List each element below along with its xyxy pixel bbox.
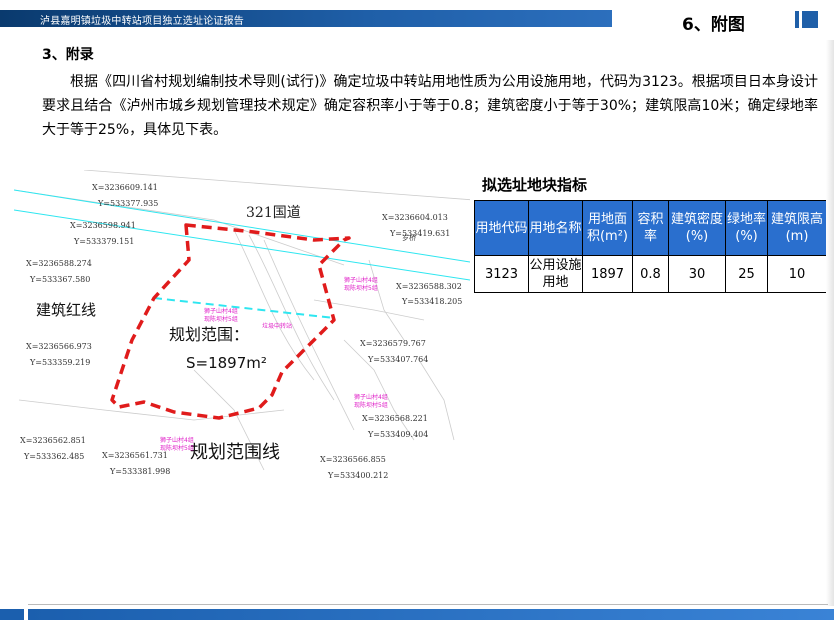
- village-label: 狮子山村4组: [354, 393, 388, 401]
- coord-y: Y=533377.935: [97, 199, 158, 208]
- coord-y: Y=533381.998: [109, 467, 170, 476]
- plan-area-value: S=1897m²: [186, 354, 267, 372]
- table-cell: 25: [725, 255, 768, 293]
- divider: [28, 604, 828, 605]
- table-cell: 公用设施用地: [528, 255, 583, 293]
- road-label: 321国道: [246, 205, 301, 221]
- appendix-heading: 3、附录: [42, 47, 94, 63]
- corner-decoration: [795, 11, 818, 28]
- column-header: 建筑密度(%): [668, 200, 726, 256]
- coord-y: Y=533409.404: [367, 430, 428, 439]
- table-cell: 1897: [582, 255, 633, 293]
- column-header: 用地名称: [528, 200, 583, 256]
- table-title: 拟选址地块指标: [482, 176, 588, 194]
- document-title: 泸县嘉明镇垃圾中转站项目独立选址论证报告: [40, 16, 244, 27]
- table-cell: 30: [668, 255, 726, 293]
- site-name-label: 垃圾中转站: [262, 322, 292, 330]
- village-label: 现陈坝村5组: [160, 444, 194, 452]
- coord-x: X=3236566.855: [320, 455, 386, 464]
- table-row: 3123 公用设施用地 1897 0.8 30 25 10: [474, 255, 827, 293]
- building-red-line: [153, 297, 335, 319]
- village-label: 现陈坝村5组: [354, 401, 388, 409]
- coord-y: Y=533418.205: [401, 297, 462, 306]
- coord-x: X=3236609.141: [92, 183, 158, 192]
- coord-x: X=3236566.973: [26, 342, 92, 351]
- column-header: 建筑限高(m): [767, 200, 827, 256]
- coord-y: Y=533367.580: [29, 275, 90, 284]
- table-cell: 10: [767, 255, 827, 293]
- indicator-table: 用地代码 用地名称 用地面积(m²) 容积率 建筑密度(%) 绿地率(%) 建筑…: [474, 200, 827, 293]
- coord-x: X=3236598.941: [70, 221, 136, 230]
- village-label: 狮子山村4组: [160, 436, 194, 444]
- footer-bar: [28, 609, 834, 620]
- column-header: 用地面积(m²): [582, 200, 633, 256]
- coord-x: X=3236604.013: [382, 213, 448, 222]
- page-shadow: [826, 40, 834, 606]
- coord-y: Y=533359.219: [29, 358, 90, 367]
- table-cell: 3123: [474, 255, 529, 293]
- column-header: 容积率: [632, 200, 669, 256]
- coord-x: X=3236588.274: [26, 259, 92, 268]
- coord-y: Y=533407.764: [367, 355, 428, 364]
- village-label: 现陈坝村5组: [204, 315, 238, 323]
- plan-boundary-label: 规划范围线: [190, 442, 280, 463]
- coord-x: X=3236568.221: [362, 414, 428, 423]
- coord-y: Y=533362.485: [23, 452, 84, 461]
- site-plan-map: 321国道 岁桥 建筑红线 规划范围： S=1897m² 规划范围线 X=323…: [14, 170, 470, 480]
- column-header: 用地代码: [474, 200, 529, 256]
- coord-x: X=3236561.731: [102, 451, 168, 460]
- appendix-paragraph: 根据《四川省村规划编制技术导则(试行)》确定垃圾中转站用地性质为公用设施用地，代…: [42, 74, 818, 138]
- table-cell: 0.8: [632, 255, 669, 293]
- footer-block: [0, 609, 24, 620]
- village-label: 现陈坝村5组: [344, 284, 378, 292]
- coord-x: X=3236579.767: [360, 339, 426, 348]
- red-line-label: 建筑红线: [36, 301, 96, 319]
- coord-y: Y=533379.151: [73, 237, 134, 246]
- column-header: 绿地率(%): [725, 200, 768, 256]
- plan-area-label: 规划范围：: [169, 325, 249, 344]
- coord-x: X=3236588.302: [396, 282, 462, 291]
- coord-x: X=3236562.851: [20, 436, 86, 445]
- table-header-row: 用地代码 用地名称 用地面积(m²) 容积率 建筑密度(%) 绿地率(%) 建筑…: [474, 200, 827, 256]
- coord-y: Y=533419.631: [389, 229, 450, 238]
- village-label: 狮子山村4组: [344, 276, 378, 284]
- village-label: 狮子山村4组: [204, 307, 238, 315]
- coord-y: Y=533400.212: [327, 471, 388, 480]
- section-title: 6、附图: [682, 15, 745, 35]
